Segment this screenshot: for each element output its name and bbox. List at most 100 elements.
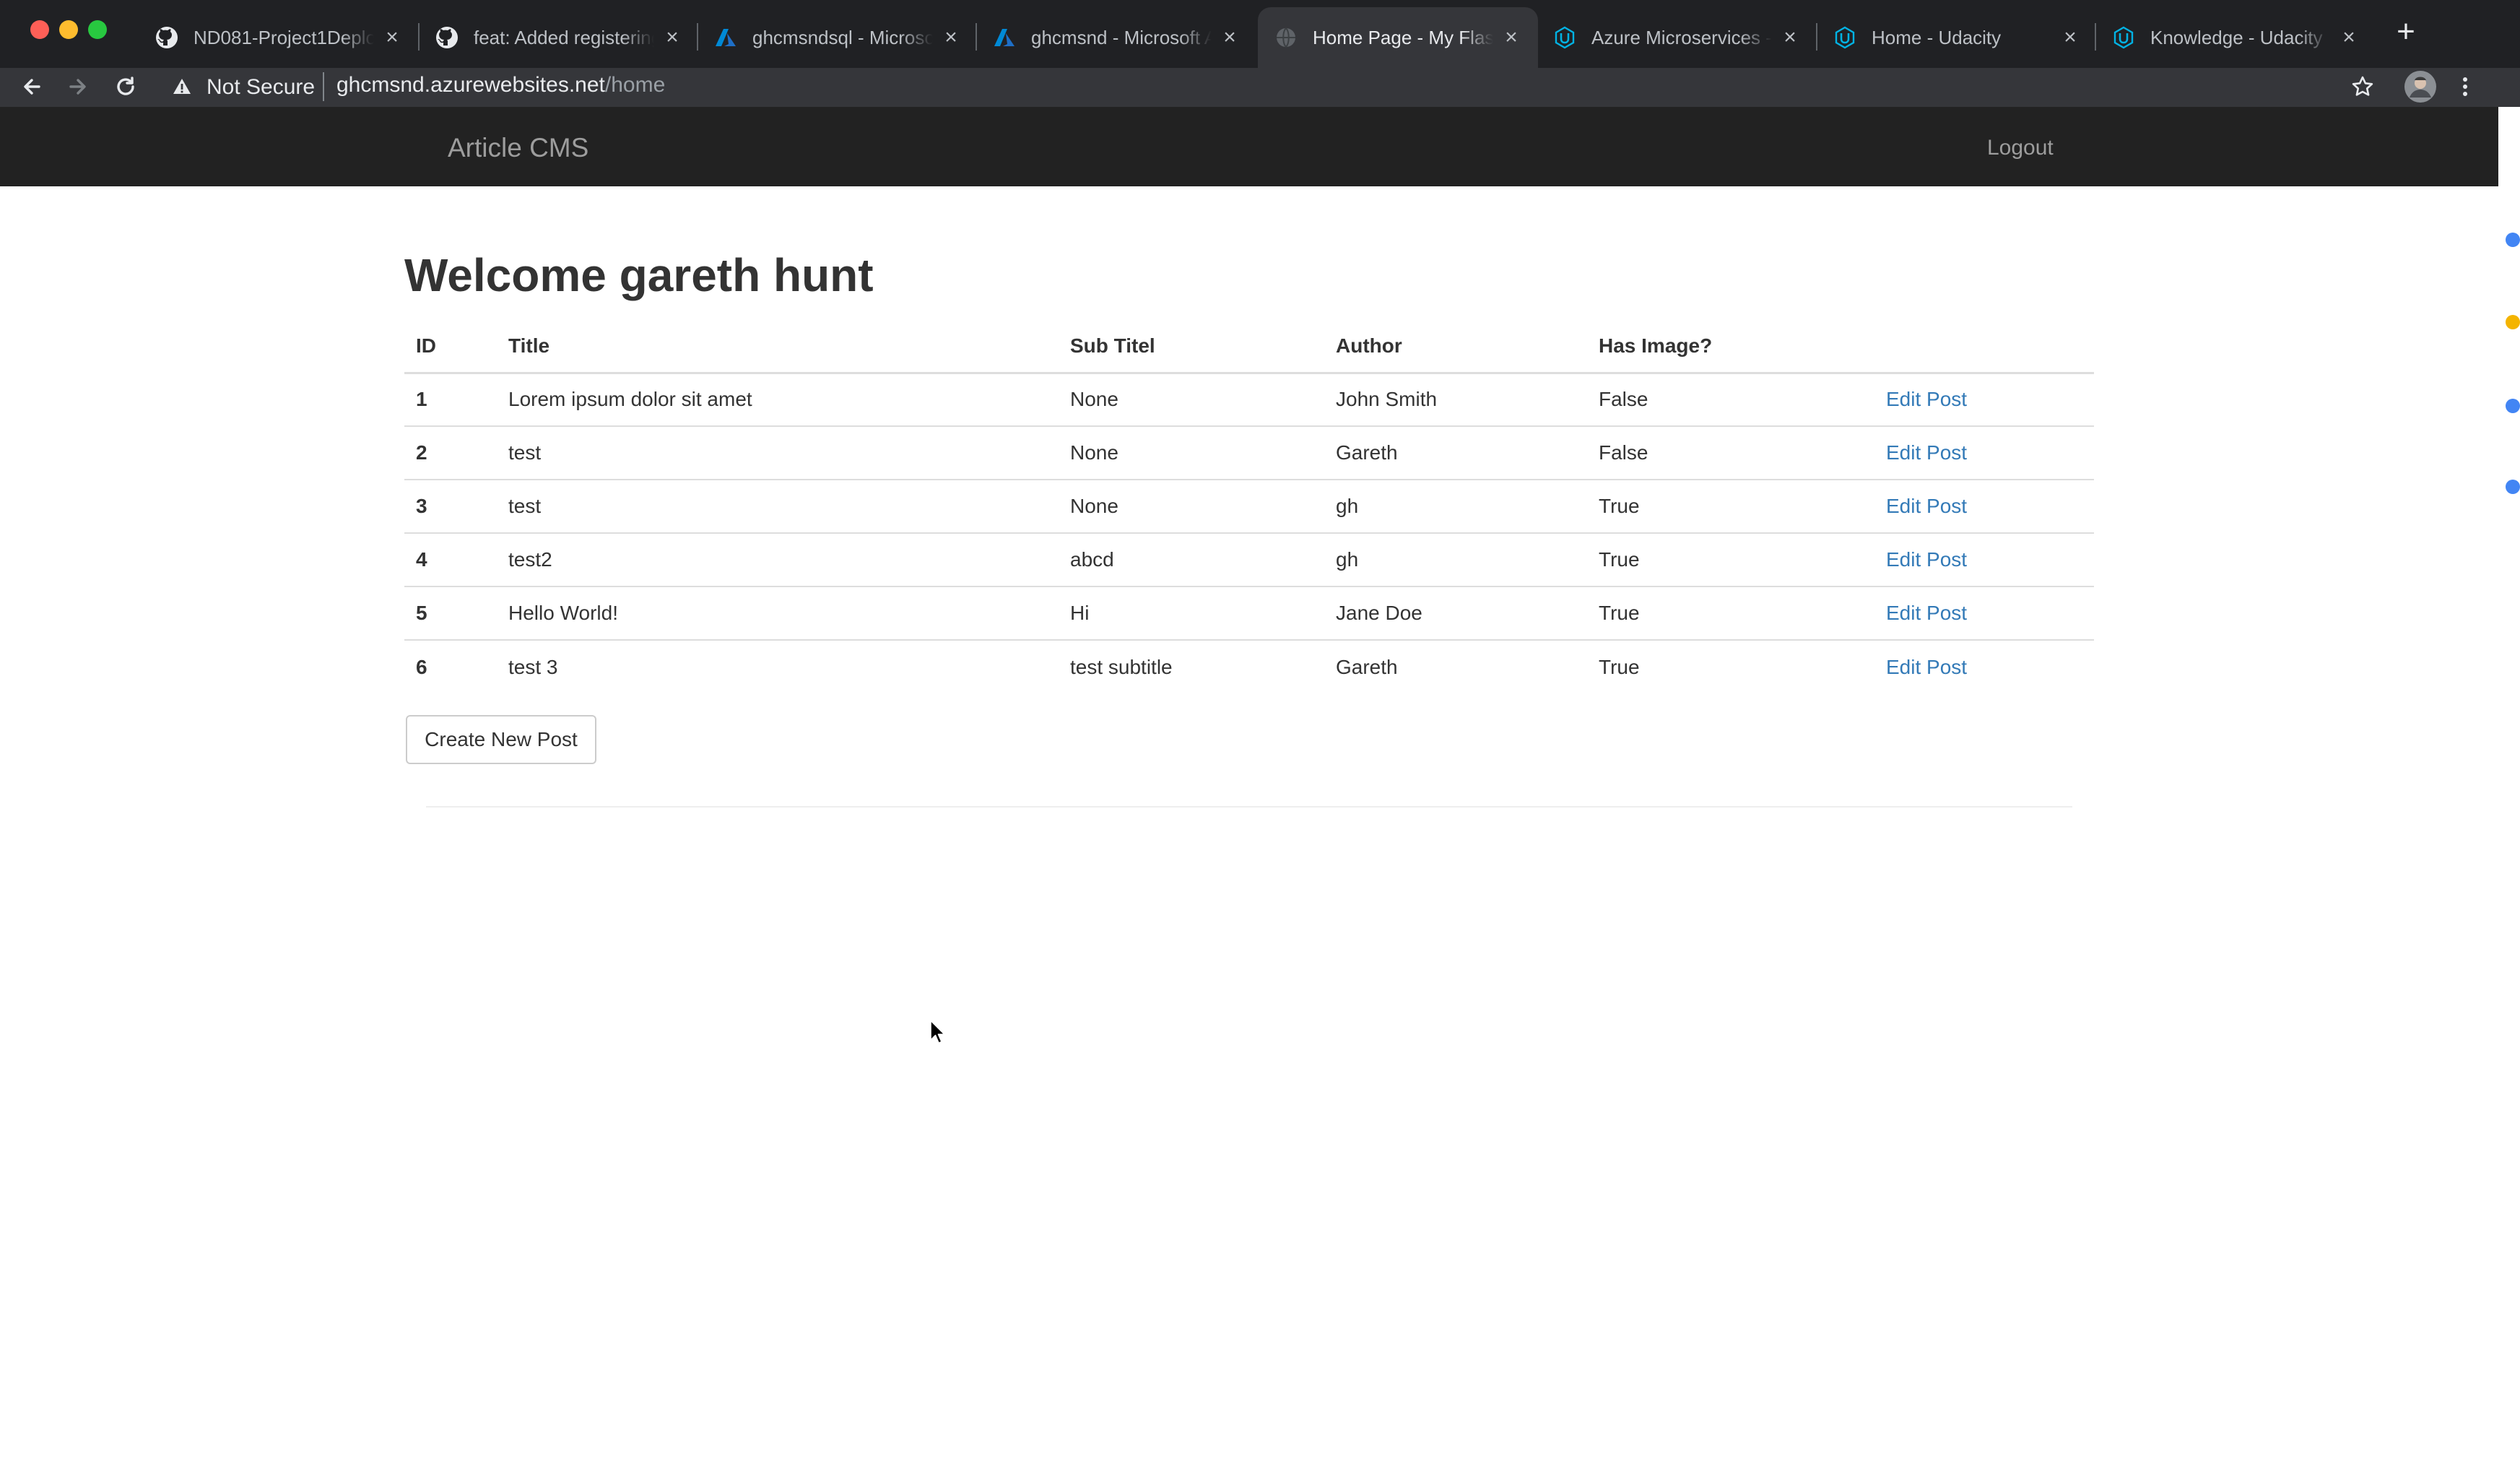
window-maximize-button[interactable]	[88, 20, 107, 39]
cell-title: Lorem ipsum dolor sit amet	[508, 388, 752, 411]
cell-has-image: True	[1587, 639, 1874, 693]
edit-post-link[interactable]: Edit Post	[1886, 495, 1967, 517]
browser-tab[interactable]: Home Page - My Flask ×	[1258, 7, 1538, 68]
header-has-image: Has Image?	[1587, 308, 1874, 374]
app-navbar: Article CMS Logout	[0, 107, 2498, 186]
address-divider	[323, 72, 324, 101]
reload-icon[interactable]	[110, 71, 142, 103]
cell-id: 1	[416, 388, 427, 411]
posts-table-body: 1 Lorem ipsum dolor sit amet None John Smit…	[404, 373, 2094, 693]
globe-icon	[1274, 25, 1298, 50]
warning-icon[interactable]	[168, 71, 196, 103]
edit-post-link[interactable]: Edit Post	[1886, 548, 1967, 571]
cell-title: test	[497, 425, 1059, 480]
close-tab-icon[interactable]: ×	[1219, 25, 1241, 49]
mouse-cursor-icon	[930, 1020, 946, 1048]
header-id: ID	[404, 308, 497, 374]
tab-title: Home - Udacity	[1872, 26, 2002, 48]
cell-has-image: True	[1587, 479, 1874, 533]
edit-post-link[interactable]: Edit Post	[1886, 656, 1967, 678]
create-new-post-button[interactable]: Create New Post	[406, 715, 596, 764]
browser-tab[interactable]: ghcmsnd - Microsoft A ×	[976, 7, 1256, 68]
tab-title: feat: Added registering	[474, 26, 654, 48]
web-page: Article CMS Logout Welcome gareth hunt I…	[0, 107, 2498, 1472]
cell-action: Edit Post	[1874, 532, 2094, 586]
tab-title: Azure Microservices -	[1591, 26, 1772, 48]
bookmark-star-icon[interactable]	[2347, 71, 2378, 103]
cell-id: 5	[404, 586, 497, 640]
brand-link[interactable]: Article CMS	[448, 133, 588, 163]
cell-title: test2	[497, 532, 1059, 586]
close-tab-icon[interactable]: ×	[381, 25, 403, 49]
cell-author: gh	[1324, 532, 1587, 586]
cell-title: Hello World!	[497, 586, 1059, 640]
background-window-icon	[2506, 480, 2520, 494]
close-tab-icon[interactable]: ×	[2059, 25, 2081, 49]
cell-has-image: True	[1587, 586, 1874, 640]
edit-post-link[interactable]: Edit Post	[1886, 602, 1967, 624]
tab-separator	[418, 23, 420, 51]
close-tab-icon[interactable]: ×	[1500, 25, 1522, 49]
logout-link[interactable]: Logout	[1987, 136, 2054, 160]
browser-menu-icon[interactable]	[2449, 71, 2481, 103]
browser-tab[interactable]: ghcmsndsql - Microsoft ×	[698, 7, 978, 68]
browser-tab[interactable]: feat: Added registering ×	[419, 7, 699, 68]
tab-separator	[697, 23, 698, 51]
browser-tab[interactable]: Home - Udacity ×	[1817, 7, 2097, 68]
cell-action: Edit Post	[1874, 586, 2094, 640]
cell-author: gh	[1324, 479, 1587, 533]
new-tab-button[interactable]: +	[2390, 16, 2422, 49]
cell-action: Edit Post	[1874, 425, 2094, 480]
window-close-button[interactable]	[30, 20, 49, 39]
udacity-icon	[2111, 25, 2136, 50]
tab-separator	[1816, 23, 1817, 51]
window-minimize-button[interactable]	[59, 20, 78, 39]
background-window-icon	[2506, 233, 2520, 247]
cell-has-image: False	[1599, 388, 1648, 411]
header-author: Author	[1324, 308, 1587, 374]
back-arrow-icon[interactable]	[16, 71, 48, 103]
table-row: 1 Lorem ipsum dolor sit amet None John Smit…	[404, 373, 2094, 426]
close-tab-icon[interactable]: ×	[661, 25, 683, 49]
cell-action: Edit Post	[1874, 479, 2094, 533]
cell-action: Edit Post	[1874, 639, 2094, 693]
edit-post-link[interactable]: Edit Post	[1886, 441, 1967, 464]
cell-title: test	[497, 479, 1059, 533]
close-tab-icon[interactable]: ×	[940, 25, 962, 49]
udacity-icon	[1552, 25, 1577, 50]
tab-title: Home Page - My Flask	[1313, 26, 1493, 48]
tab-title: ND081-Project1Deploy	[194, 26, 374, 48]
table-row: 6 test 3 test subtitle Gareth True Edit Post	[404, 639, 2094, 693]
security-status-label[interactable]: Not Secure	[207, 75, 315, 100]
cell-subtitle: test subtitle	[1059, 639, 1324, 693]
background-window-icon	[2506, 399, 2520, 413]
forward-arrow-icon[interactable]	[62, 71, 94, 103]
cell-subtitle: abcd	[1059, 532, 1324, 586]
browser-tab[interactable]: Knowledge - Udacity ×	[2095, 7, 2376, 68]
close-tab-icon[interactable]: ×	[1779, 25, 1801, 49]
background-window-icon	[2506, 315, 2520, 329]
github-icon	[435, 25, 459, 50]
cell-id: 2	[404, 425, 497, 480]
cell-author: Gareth	[1324, 425, 1587, 480]
table-row: 5 Hello World! Hi Jane Doe True Edit Post	[404, 586, 2094, 640]
url-text[interactable]: ghcmsnd.azurewebsites.net/home	[336, 73, 665, 98]
header-title: Title	[497, 308, 1059, 374]
header-actions	[1874, 308, 2094, 374]
table-row: 4 test2 abcd gh True Edit Post	[404, 532, 2094, 586]
close-tab-icon[interactable]: ×	[2338, 25, 2360, 49]
url-host: ghcmsnd.azurewebsites.net	[336, 73, 605, 97]
tab-separator	[2095, 23, 2096, 51]
cell-id: 3	[404, 479, 497, 533]
table-row: 2 test None Gareth False Edit Post	[404, 425, 2094, 480]
table-header-row: ID Title Sub Titel Author Has Image?	[404, 308, 2094, 374]
edit-post-link[interactable]: Edit Post	[1886, 388, 1967, 410]
browser-tab[interactable]: ND081-Project1Deploy ×	[139, 7, 419, 68]
profile-avatar-icon[interactable]	[2402, 68, 2439, 105]
browser-tab[interactable]: Azure Microservices - ×	[1537, 7, 1817, 68]
cell-id: 4	[404, 532, 497, 586]
cell-title: test 3	[497, 639, 1059, 693]
posts-table: ID Title Sub Titel Author Has Image? 1 Lo…	[404, 308, 2094, 693]
cell-subtitle: None	[1070, 388, 1118, 411]
cell-author: John Smith	[1336, 388, 1438, 411]
